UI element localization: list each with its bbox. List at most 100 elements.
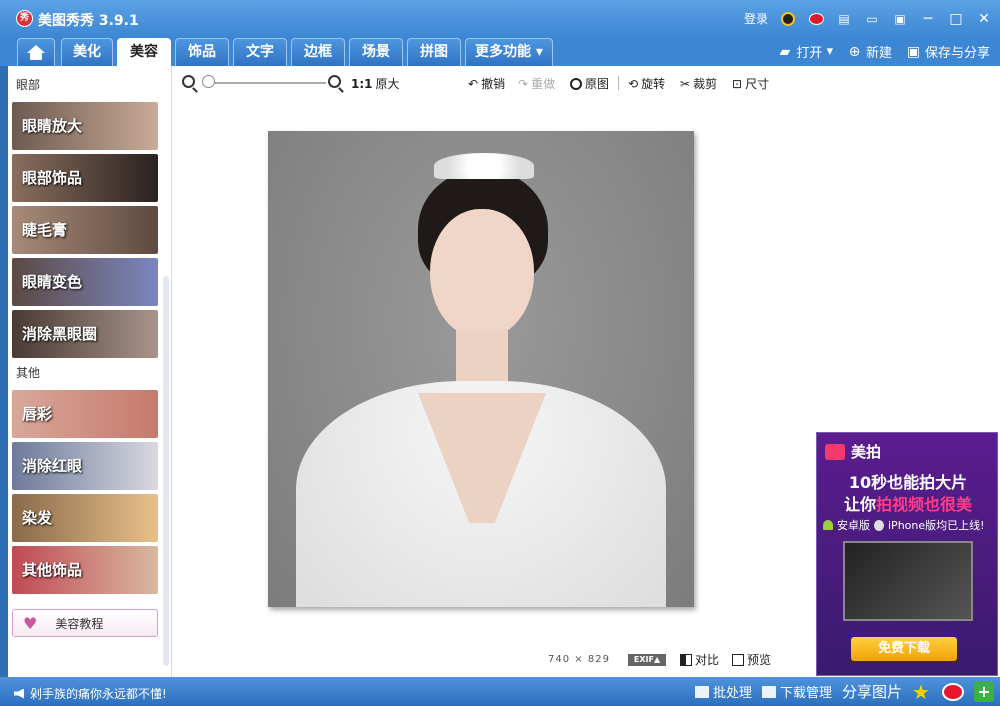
speaker-icon bbox=[14, 688, 24, 699]
status-message-text: 剁手族的痛你永远都不懂! bbox=[30, 687, 167, 701]
batch-icon bbox=[694, 685, 709, 698]
compare-button[interactable]: 对比 bbox=[680, 651, 719, 668]
redo-button[interactable]: ↷ 重做 bbox=[518, 75, 555, 92]
message-icon[interactable]: ▭ bbox=[864, 11, 880, 27]
hand-heart-icon: ♥ bbox=[23, 613, 38, 633]
title-bar-controls: 登录 ▤ ▭ ▣ ─ □ ✕ bbox=[744, 10, 992, 27]
eye-accessory-button[interactable]: 眼部饰品 bbox=[12, 154, 158, 202]
ad-android-label: 安卓版 bbox=[837, 519, 870, 532]
minimize-button[interactable]: ─ bbox=[920, 11, 936, 27]
hair-dye-button[interactable]: 染发 bbox=[12, 494, 158, 542]
image-times: × bbox=[574, 654, 584, 665]
redo-label: 重做 bbox=[531, 77, 556, 91]
section-other-label: 其他 bbox=[16, 366, 41, 380]
tab-home[interactable] bbox=[17, 38, 55, 66]
ad-platforms: 安卓版 iPhone版均已上线! bbox=[823, 517, 985, 533]
circle-icon bbox=[570, 77, 582, 90]
exif-button[interactable]: EXIF▲ bbox=[628, 654, 666, 666]
tutorial-label: 美容教程 bbox=[55, 616, 104, 631]
resize-button[interactable]: ⊡ 尺寸 bbox=[732, 75, 769, 92]
share-image-button[interactable]: 分享图片 bbox=[842, 681, 902, 702]
new-label: 新建 bbox=[865, 46, 892, 61]
title-bar: 秀 美图秀秀 3.9.1 登录 ▤ ▭ ▣ ─ □ ✕ bbox=[0, 0, 1000, 38]
tab-collage[interactable]: 拼图 bbox=[407, 38, 461, 66]
zoom-slider-knob[interactable] bbox=[202, 75, 215, 88]
zoom-in-icon bbox=[328, 75, 341, 88]
weibo-share-icon[interactable] bbox=[942, 682, 964, 701]
status-message[interactable]: 剁手族的痛你永远都不懂! bbox=[14, 685, 167, 702]
compare-icon bbox=[680, 653, 692, 666]
tab-more-features[interactable]: 更多功能 ▾ bbox=[465, 38, 553, 66]
dark-circle-button[interactable]: 消除黑眼圈 bbox=[12, 310, 158, 358]
close-button[interactable]: ✕ bbox=[976, 11, 992, 27]
star-icon[interactable]: ★ bbox=[912, 682, 932, 702]
photo-preview[interactable] bbox=[268, 131, 694, 607]
photo-tiara bbox=[434, 153, 534, 179]
feedback-icon[interactable]: ▣ bbox=[892, 11, 908, 27]
rotate-label: 旋转 bbox=[641, 77, 666, 91]
new-button[interactable]: ⊕ 新建 bbox=[847, 42, 892, 62]
skin-icon[interactable]: ▤ bbox=[836, 11, 852, 27]
zoom-slider[interactable] bbox=[208, 82, 326, 84]
download-manager-label: 下载管理 bbox=[779, 686, 832, 701]
tab-text[interactable]: 文字 bbox=[233, 38, 287, 66]
eye-color-button[interactable]: 眼睛变色 bbox=[12, 258, 158, 306]
lip-color-button[interactable]: 唇彩 bbox=[12, 390, 158, 438]
batch-process-button[interactable]: 批处理 bbox=[694, 682, 752, 701]
download-manager-button[interactable]: 下载管理 bbox=[761, 682, 832, 701]
download-icon bbox=[761, 685, 776, 698]
login-link[interactable]: 登录 bbox=[744, 10, 768, 27]
panel-scrollbar[interactable] bbox=[163, 276, 169, 666]
home-icon bbox=[27, 45, 45, 60]
crop-button[interactable]: ✂ 裁剪 bbox=[680, 75, 717, 92]
status-actions: 批处理 下载管理 分享图片 ★ + bbox=[694, 681, 994, 702]
preview-button[interactable]: 预览 bbox=[732, 651, 771, 668]
ad-subheadline: 让你拍视频也很美 bbox=[817, 491, 999, 515]
preview-icon bbox=[732, 653, 744, 666]
tab-scene[interactable]: 场景 bbox=[349, 38, 403, 66]
zoom-in-button[interactable] bbox=[328, 75, 341, 88]
undo-label: 撤销 bbox=[481, 77, 506, 91]
mascara-button[interactable]: 睫毛膏 bbox=[12, 206, 158, 254]
maximize-button[interactable]: □ bbox=[948, 11, 964, 27]
zoom-out-icon bbox=[182, 75, 195, 88]
tab-beautify[interactable]: 美化 bbox=[61, 38, 113, 66]
original-image-button[interactable]: 原图 bbox=[570, 75, 609, 92]
qq-icon[interactable] bbox=[780, 11, 796, 27]
save-icon: ▣ bbox=[906, 43, 921, 60]
tab-accessories[interactable]: 饰品 bbox=[175, 38, 229, 66]
red-eye-button[interactable]: 消除红眼 bbox=[12, 442, 158, 490]
scissors-icon: ✂ bbox=[680, 76, 691, 91]
app-logo-icon: 秀 bbox=[16, 10, 33, 27]
makeup-tutorial-button[interactable]: ♥ 美容教程 bbox=[12, 609, 158, 637]
open-button[interactable]: ▰ 打开 ▾ bbox=[777, 42, 833, 61]
ad-phone-screenshots bbox=[843, 541, 973, 621]
status-bar: 剁手族的痛你永远都不懂! 批处理 下载管理 分享图片 ★ + bbox=[0, 677, 1000, 706]
other-accessory-button[interactable]: 其他饰品 bbox=[12, 546, 158, 594]
ratio-label: 1:1 bbox=[351, 76, 373, 91]
plus-circle-icon: ⊕ bbox=[848, 43, 861, 60]
tab-makeup[interactable]: 美容 bbox=[117, 38, 171, 66]
original-size-button[interactable]: 1:1 原大 bbox=[351, 75, 400, 92]
ad-sub-prefix: 让你 bbox=[843, 495, 876, 514]
chevron-down-icon: ▾ bbox=[826, 44, 833, 59]
ad-brand: 美拍 bbox=[825, 441, 881, 462]
plus-icon[interactable]: + bbox=[974, 681, 994, 702]
weibo-icon[interactable] bbox=[808, 11, 824, 27]
preview-label: 预览 bbox=[747, 653, 772, 667]
eye-enlarge-button[interactable]: 眼睛放大 bbox=[12, 102, 158, 150]
zoom-out-button[interactable] bbox=[182, 75, 195, 88]
ad-download-button[interactable]: 免费下载 bbox=[851, 637, 957, 661]
image-height: 829 bbox=[587, 654, 610, 665]
tab-border[interactable]: 边框 bbox=[291, 38, 345, 66]
undo-icon: ↶ bbox=[468, 76, 479, 91]
ad-brand-label: 美拍 bbox=[851, 443, 882, 461]
rotate-button[interactable]: ⟲ 旋转 bbox=[628, 75, 665, 92]
makeup-panel: 眼部 眼睛放大 眼部饰品 睫毛膏 眼睛变色 消除黑眼圈 其他 唇彩 消除红眼 染… bbox=[8, 66, 172, 677]
save-share-button[interactable]: ▣ 保存与分享 bbox=[906, 42, 990, 62]
toolbar-divider bbox=[618, 76, 619, 90]
meipai-ad[interactable]: 美拍 10秒也能拍大片 让你拍视频也很美 安卓版 iPhone版均已上线! 免费… bbox=[816, 432, 998, 676]
undo-button[interactable]: ↶ 撤销 bbox=[468, 75, 505, 92]
rotate-icon: ⟲ bbox=[628, 76, 639, 91]
app-title: 美图秀秀 3.9.1 bbox=[38, 13, 139, 29]
